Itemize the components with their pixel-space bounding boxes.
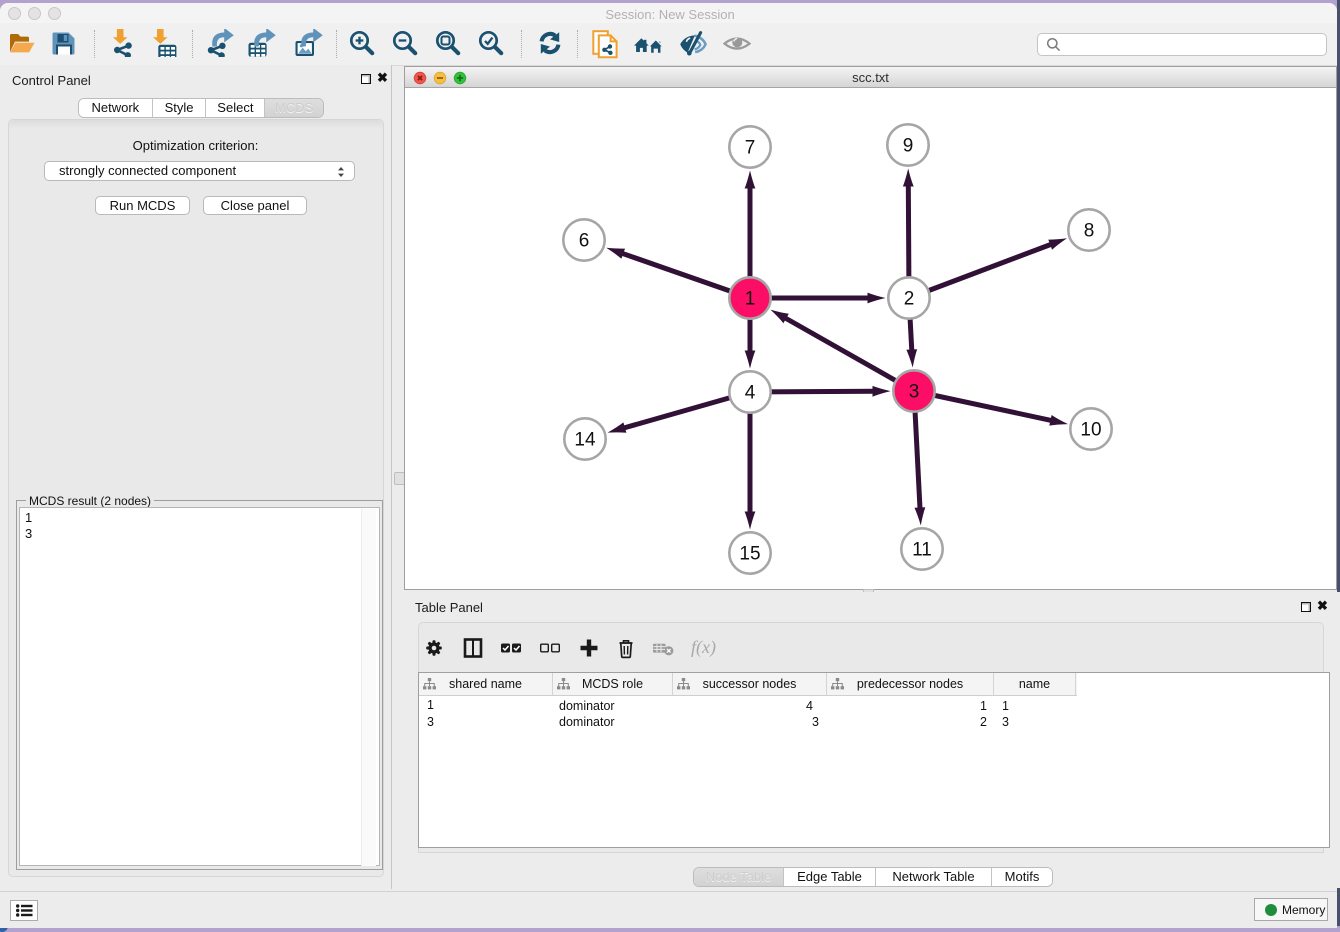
- svg-text:2: 2: [904, 289, 915, 310]
- svg-text:11: 11: [912, 540, 932, 561]
- svg-text:15: 15: [739, 544, 760, 565]
- svg-text:8: 8: [1084, 221, 1095, 242]
- svg-text:10: 10: [1080, 420, 1101, 441]
- svg-text:4: 4: [745, 383, 756, 404]
- svg-text:1: 1: [745, 289, 756, 310]
- svg-text:9: 9: [903, 136, 914, 157]
- svg-text:7: 7: [745, 138, 756, 159]
- svg-text:14: 14: [574, 430, 596, 451]
- svg-text:3: 3: [909, 382, 920, 403]
- svg-text:6: 6: [579, 231, 590, 252]
